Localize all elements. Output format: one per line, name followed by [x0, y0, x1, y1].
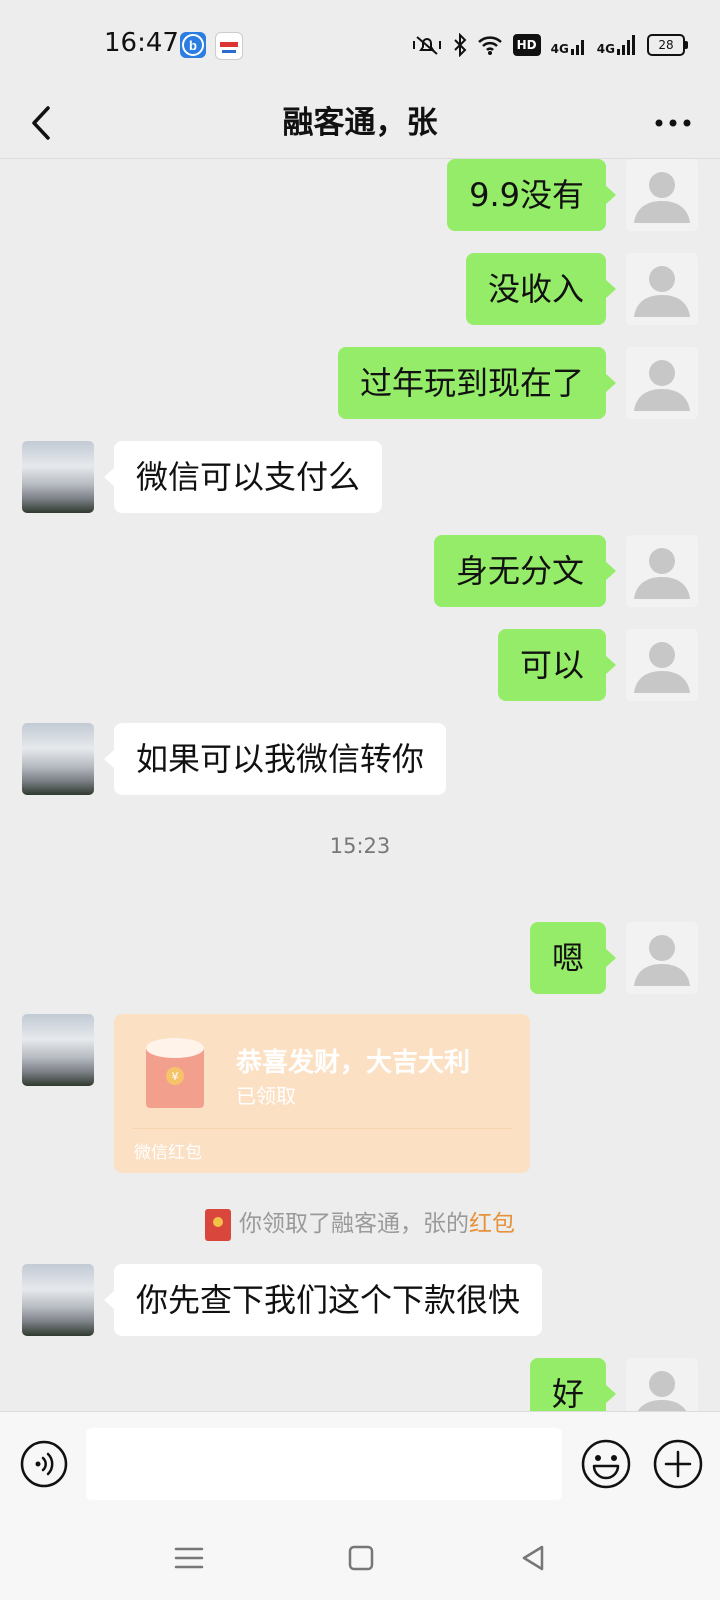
red-packet-icon: ¥ [146, 1038, 204, 1108]
wifi-icon [477, 36, 502, 55]
red-packet-card[interactable]: ¥ 恭喜发财，大吉大利 已领取 微信红包 [114, 1014, 530, 1173]
network-type-label: 4G [550, 42, 569, 56]
my-avatar[interactable] [626, 922, 698, 994]
contact-avatar[interactable] [22, 441, 94, 513]
message-timestamp: 15:23 [329, 834, 391, 858]
outgoing-message[interactable]: 9.9没有 [447, 159, 616, 231]
network-type-label: 4G [596, 42, 615, 56]
signal-4g-icon: 4G [551, 35, 587, 55]
recent-apps-button[interactable] [172, 1541, 206, 1575]
home-button[interactable] [344, 1541, 378, 1575]
message-list[interactable]: 9.9没有 没收入 过年玩到现在了 微信可以支付么 身无分文 可以 如果可以我微… [0, 159, 720, 1411]
chat-header: 融客通，张 [0, 88, 720, 159]
more-functions-button[interactable] [652, 1438, 704, 1490]
outgoing-message[interactable]: 身无分文 [433, 535, 617, 607]
red-packet-status: 已领取 [236, 1084, 296, 1108]
outgoing-message[interactable]: 没收入 [465, 253, 617, 325]
voice-button[interactable] [20, 1440, 68, 1488]
system-back-button[interactable] [516, 1541, 550, 1575]
notice-text: 你领取了融客通，张的 [239, 1211, 469, 1237]
my-avatar[interactable] [626, 159, 698, 231]
bluetooth-icon [453, 33, 466, 57]
svg-text:¥: ¥ [172, 1070, 179, 1083]
plus-circle-icon [653, 1439, 703, 1489]
incoming-message[interactable]: 你先查下我们这个下款很快 [103, 1264, 543, 1336]
outgoing-message[interactable]: 过年玩到现在了 [337, 347, 617, 419]
system-notice: 你领取了融客通，张的红包 [0, 1204, 720, 1241]
menu-icon [174, 1547, 204, 1569]
my-avatar[interactable] [626, 1358, 698, 1411]
chat-title: 融客通，张 [282, 105, 438, 141]
status-icons: HD 4G 4G 28 [411, 30, 688, 60]
home-icon [348, 1545, 374, 1571]
voice-icon [20, 1440, 68, 1488]
red-packet-link[interactable]: 红包 [469, 1211, 515, 1237]
red-packet-small-icon [205, 1208, 231, 1241]
divider [132, 1128, 512, 1129]
contact-avatar[interactable] [22, 1014, 94, 1086]
message-input[interactable] [86, 1428, 562, 1500]
outgoing-message[interactable]: 嗯 [529, 922, 617, 994]
input-bar [0, 1411, 720, 1518]
contact-avatar[interactable] [22, 723, 94, 795]
battery-icon: 28 [647, 34, 688, 56]
app-notification-icon: b [180, 32, 206, 58]
red-packet-title: 恭喜发财，大吉大利 [236, 1048, 471, 1078]
outgoing-message[interactable]: 可以 [497, 629, 617, 701]
status-bar: 16:47 b HD 4G 4G 28 [0, 0, 720, 88]
red-packet-label: 微信红包 [134, 1143, 202, 1163]
svg-text:b: b [189, 38, 197, 53]
system-nav-bar [0, 1517, 720, 1600]
more-button[interactable] [648, 98, 698, 148]
my-avatar[interactable] [626, 629, 698, 701]
more-dots-icon [655, 119, 691, 127]
my-avatar[interactable] [626, 347, 698, 419]
incoming-message[interactable]: 如果可以我微信转你 [103, 723, 447, 795]
app-notification-icon [215, 32, 243, 60]
contact-avatar[interactable] [22, 1264, 94, 1336]
emoji-button[interactable] [580, 1438, 632, 1490]
my-avatar[interactable] [626, 535, 698, 607]
status-time: 16:47 [104, 28, 179, 58]
incoming-message[interactable]: 微信可以支付么 [103, 441, 383, 513]
signal-4g-icon: 4G [597, 35, 637, 55]
back-triangle-icon [522, 1545, 544, 1571]
hd-icon: HD [512, 34, 541, 56]
my-avatar[interactable] [626, 253, 698, 325]
mute-vibrate-icon [412, 36, 441, 55]
outgoing-message[interactable]: 好 [529, 1358, 617, 1411]
emoji-icon [581, 1439, 631, 1489]
battery-level: 28 [647, 34, 685, 56]
